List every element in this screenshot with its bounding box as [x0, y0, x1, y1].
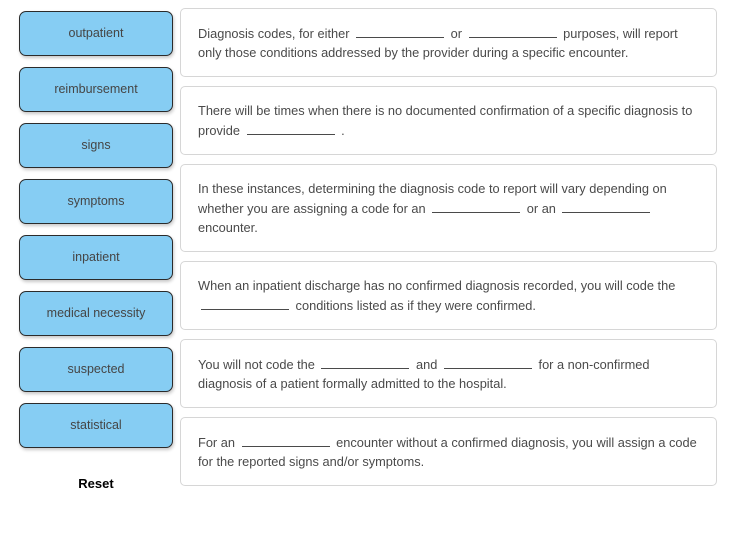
sentence-panel: Diagnosis codes, for either or purposes,… — [180, 8, 717, 77]
sentence-text: When an inpatient discharge has no confi… — [198, 276, 700, 315]
fill-in-the-blank-exercise: outpatient reimbursement signs symptoms inpa… — [0, 0, 755, 558]
sentence-text: You will not code the and for a non-conf… — [198, 354, 700, 393]
sentence-fragment: You will not code the — [198, 357, 319, 372]
sentence-fragment: or an — [523, 201, 560, 216]
drop-target-blank[interactable] — [246, 120, 335, 135]
sentence-panel: For an encounter without a confirmed dia… — [180, 417, 717, 486]
word-tile-symptoms[interactable]: symptoms — [19, 179, 173, 224]
word-tile-suspected[interactable]: suspected — [19, 347, 173, 392]
drop-target-blank[interactable] — [432, 198, 521, 213]
sentence-fragment: and — [412, 357, 441, 372]
word-tile-signs[interactable]: signs — [19, 123, 173, 168]
sentence-fragment: . — [337, 123, 345, 138]
drop-target-blank[interactable] — [443, 354, 532, 369]
drop-target-blank[interactable] — [201, 295, 289, 310]
reset-container: Reset — [19, 474, 173, 493]
word-tile-outpatient[interactable]: outpatient — [19, 11, 173, 56]
sentence-panel: There will be times when there is no doc… — [180, 86, 717, 155]
sentence-fragment: or — [447, 26, 466, 41]
drop-target-blank[interactable] — [562, 198, 651, 213]
word-tile-reimbursement[interactable]: reimbursement — [19, 67, 173, 112]
sentence-fragment: For an — [198, 435, 239, 450]
word-tile-inpatient[interactable]: inpatient — [19, 235, 173, 280]
sentence-panel: You will not code the and for a non-conf… — [180, 339, 717, 408]
drop-target-blank[interactable] — [356, 23, 445, 38]
sentence-fragment: When an inpatient discharge has no confi… — [198, 278, 676, 293]
sentence-text: There will be times when there is no doc… — [198, 101, 700, 140]
sentence-text: In these instances, determining the diag… — [198, 179, 700, 237]
sentence-text: Diagnosis codes, for either or purposes,… — [198, 23, 700, 62]
sentence-panel: In these instances, determining the diag… — [180, 164, 717, 252]
sentence-fragment: Diagnosis codes, for either — [198, 26, 354, 41]
sentence-fragment: conditions listed as if they were confir… — [292, 298, 536, 313]
sentence-fragment: encounter. — [198, 220, 258, 235]
sentence-panel-list: Diagnosis codes, for either or purposes,… — [180, 8, 717, 495]
drop-target-blank[interactable] — [468, 23, 557, 38]
word-bank: outpatient reimbursement signs symptoms inpa… — [19, 11, 173, 459]
word-tile-medical-necessity[interactable]: medical necessity — [19, 291, 173, 336]
sentence-text: For an encounter without a confirmed dia… — [198, 432, 700, 471]
word-tile-statistical[interactable]: statistical — [19, 403, 173, 448]
sentence-panel: When an inpatient discharge has no confi… — [180, 261, 717, 330]
drop-target-blank[interactable] — [321, 354, 410, 369]
reset-button[interactable]: Reset — [74, 474, 117, 493]
drop-target-blank[interactable] — [241, 432, 330, 447]
